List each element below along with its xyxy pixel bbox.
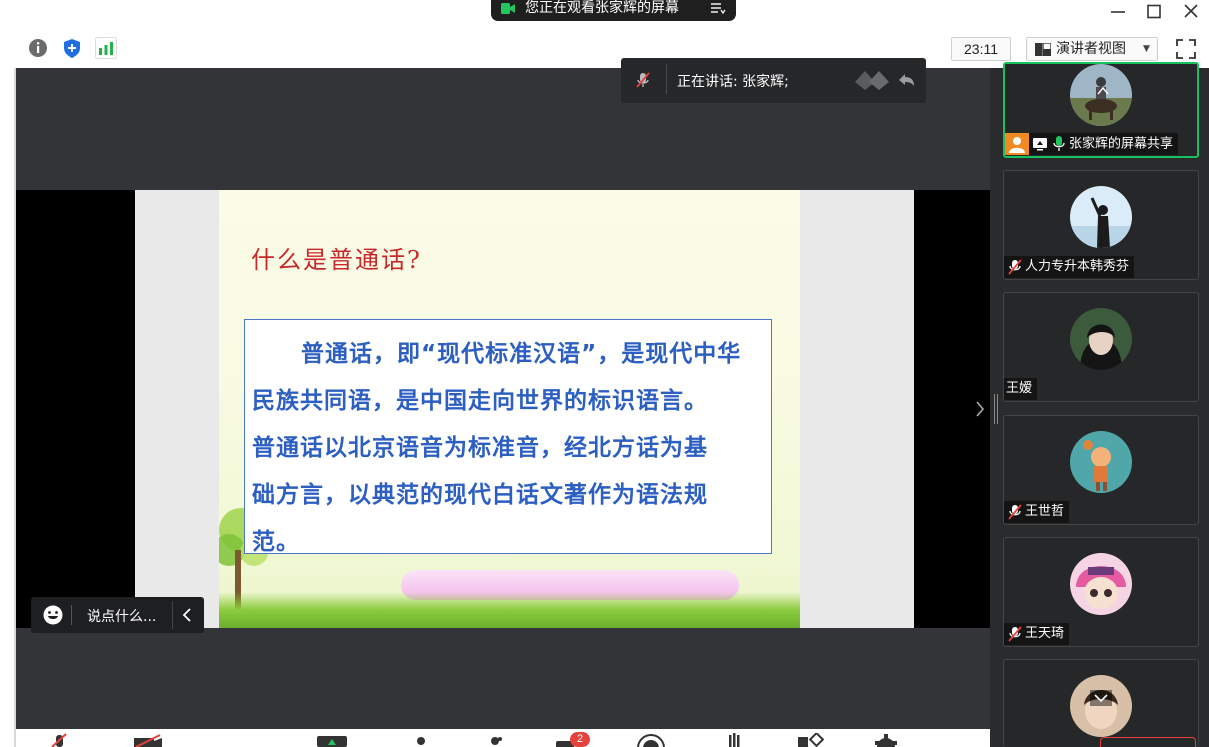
- invite-icon[interactable]: [488, 733, 504, 747]
- annotation-controls-icon[interactable]: [853, 68, 915, 92]
- screen-share-icon: [1033, 138, 1047, 151]
- raise-hand-icon[interactable]: [726, 733, 744, 747]
- screen-share-notice[interactable]: 您正在观看张家辉的屏幕: [491, 0, 736, 21]
- close-icon[interactable]: [1180, 2, 1202, 22]
- video-off-icon[interactable]: [132, 733, 164, 747]
- muted-mic-icon: [1008, 625, 1022, 642]
- muted-mic-icon: [1008, 258, 1022, 275]
- chevron-up-icon[interactable]: [1097, 86, 1109, 96]
- chevron-left-icon[interactable]: [180, 606, 194, 624]
- view-mode-label: 演讲者视图: [1056, 41, 1126, 57]
- share-screen-icon[interactable]: [316, 733, 348, 747]
- slide-line: 范。: [252, 529, 300, 555]
- active-speaker-text: 正在讲话: 张家辉;: [677, 74, 789, 90]
- avatar: [1070, 553, 1132, 615]
- participant-nametag: 人力专升本韩秀芬: [1004, 256, 1135, 278]
- participant-name: 王世哲: [1025, 504, 1065, 519]
- participant-name: 张家辉的屏幕共享: [1069, 136, 1174, 152]
- chevron-down-icon: ▼: [1143, 44, 1150, 54]
- avatar: [1070, 675, 1132, 737]
- participant-tile[interactable]: 王嫒: [1003, 292, 1199, 402]
- settings-gear-icon[interactable]: [872, 733, 900, 747]
- grass-illustration: [219, 592, 800, 628]
- participant-tile[interactable]: 王天琦: [1003, 537, 1199, 647]
- view-mode-dropdown[interactable]: 演讲者视图 ▼: [1026, 37, 1158, 61]
- share-notice-text: 您正在观看张家辉的屏幕: [525, 0, 679, 16]
- muted-mic-icon: [1008, 503, 1022, 520]
- avatar: [1070, 431, 1132, 493]
- meeting-timer: 23:11: [951, 37, 1011, 61]
- cartoon-girl-avatar: [1070, 553, 1132, 615]
- slide-line: 础方言，以典范的现代白话文著作为语法规: [252, 482, 708, 508]
- participant-nametag: 张家辉的屏幕共享: [1005, 133, 1179, 155]
- info-icon[interactable]: [27, 37, 49, 59]
- participant-tile[interactable]: 张家辉的屏幕共享: [1003, 62, 1199, 158]
- resize-handle[interactable]: [993, 394, 999, 424]
- muted-mic-icon[interactable]: [48, 733, 70, 747]
- participants-icon[interactable]: [414, 733, 428, 747]
- chevron-right-icon[interactable]: [972, 398, 988, 420]
- chevron-down-icon[interactable]: [1090, 690, 1112, 706]
- slide-text-box: 普通话，即“现代标准汉语”，是现代中华 民族共同语，是中国走向世界的标识语言。 …: [244, 319, 772, 555]
- avatar: [1070, 308, 1132, 370]
- maximize-icon[interactable]: [1143, 2, 1165, 22]
- chat-input-bar[interactable]: 说点什么...: [31, 597, 204, 633]
- apps-icon[interactable]: [798, 733, 826, 747]
- participant-name: 人力专升本韩秀芬: [1025, 259, 1130, 274]
- participant-name: 王嫒: [1006, 381, 1033, 396]
- participant-nametag: 王世哲: [1004, 501, 1070, 523]
- security-shield-icon[interactable]: [61, 37, 83, 59]
- video-camera-icon: [501, 3, 515, 14]
- participant-tile[interactable]: [1003, 659, 1199, 747]
- chat-placeholder[interactable]: 说点什么...: [87, 606, 156, 626]
- slide-line: 民族共同语，是中国走向世界的标识语言。: [252, 388, 708, 414]
- slide-line: 普通话以北京语音为标准音，经北方话为基: [252, 435, 708, 461]
- separator: [666, 64, 667, 94]
- avatar: [1070, 186, 1132, 248]
- participant-nametag: 王嫒: [1004, 378, 1038, 400]
- cartoon-basketball-avatar: [1070, 431, 1132, 493]
- shared-slide: 什么是普通话? 普通话，即“现代标准汉语”，是现代中华 民族共同语，是中国走向世…: [135, 190, 914, 628]
- muted-mic-icon: [636, 72, 650, 88]
- host-icon: [1005, 133, 1029, 155]
- speaker-view-icon: [1035, 43, 1051, 56]
- silhouette-photo: [1070, 186, 1132, 248]
- slide-title: 什么是普通话?: [251, 246, 422, 274]
- active-speaker-banner: 正在讲话: 张家辉;: [621, 58, 926, 103]
- participant-tile[interactable]: 王世哲: [1003, 415, 1199, 525]
- record-icon[interactable]: [636, 733, 666, 747]
- mic-icon: [1053, 136, 1065, 151]
- participant-tile[interactable]: 人力专升本韩秀芬: [1003, 170, 1199, 280]
- separator: [71, 605, 72, 625]
- fullscreen-icon[interactable]: [1174, 37, 1198, 61]
- menu-list-icon[interactable]: [710, 1, 726, 15]
- child-portrait-photo: [1070, 675, 1132, 737]
- participant-name: 王天琦: [1025, 626, 1065, 641]
- emoji-icon[interactable]: [42, 604, 64, 626]
- slide-line: 普通话，即“现代标准汉语”，是现代中华: [301, 341, 742, 367]
- network-signal-icon[interactable]: [95, 37, 117, 59]
- chat-unread-badge: 2: [570, 732, 590, 747]
- separator: [172, 601, 173, 629]
- leave-meeting-button[interactable]: [1100, 737, 1196, 747]
- girl-portrait-photo: [1070, 308, 1132, 370]
- participant-nametag: 王天琦: [1004, 623, 1070, 645]
- minimize-icon[interactable]: [1107, 2, 1129, 22]
